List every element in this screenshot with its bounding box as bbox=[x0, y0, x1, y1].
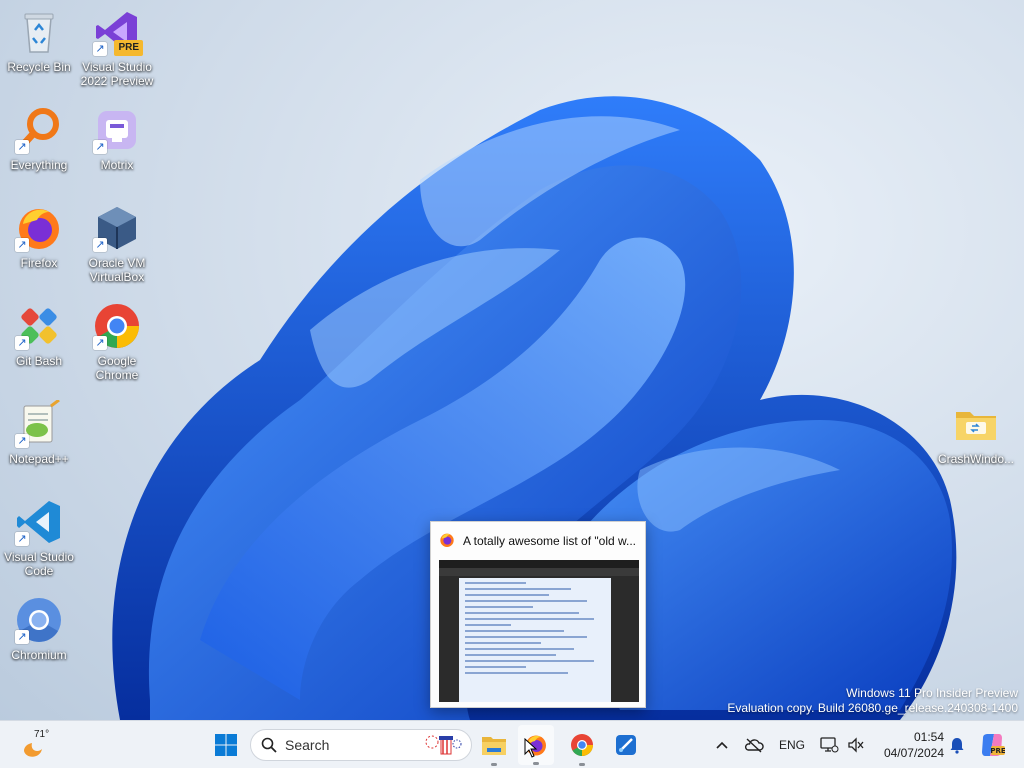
mouse-cursor-icon bbox=[524, 738, 538, 758]
recycle-bin-icon bbox=[15, 8, 63, 56]
shortcut-arrow-icon: ↗ bbox=[15, 630, 29, 644]
vscode-icon: ↗ bbox=[15, 498, 63, 546]
shortcut-arrow-icon: ↗ bbox=[15, 140, 29, 154]
virtualbox-icon: ↗ bbox=[93, 204, 141, 252]
watermark-build: Evaluation copy. Build 26080.ge_release.… bbox=[727, 701, 1018, 715]
desktop-icon-firefox[interactable]: ↗ Firefox bbox=[0, 204, 78, 270]
taskbar-chrome[interactable] bbox=[564, 721, 600, 768]
preview-page-content bbox=[459, 578, 611, 702]
chromium-icon: ↗ bbox=[15, 596, 63, 644]
cloud-offline-icon bbox=[744, 738, 764, 753]
clock-date: 04/07/2024 bbox=[883, 746, 944, 760]
folder-icon bbox=[952, 400, 1000, 448]
desktop-icon-label: Everything bbox=[10, 158, 68, 172]
onedrive-status-button[interactable] bbox=[740, 721, 768, 768]
shortcut-arrow-icon: ↗ bbox=[15, 532, 29, 546]
windows-logo-icon bbox=[215, 734, 237, 756]
desktop-icon-label: Chromium bbox=[11, 648, 67, 662]
shortcut-arrow-icon: ↗ bbox=[93, 140, 107, 154]
volume-button[interactable] bbox=[844, 721, 868, 768]
search-icon bbox=[261, 737, 277, 753]
running-indicator bbox=[579, 763, 585, 766]
notepad-plus-plus-icon: ↗ bbox=[15, 398, 63, 448]
search-placeholder: Search bbox=[285, 737, 330, 753]
shortcut-arrow-icon: ↗ bbox=[93, 42, 107, 56]
weather-temperature: 71° bbox=[34, 729, 50, 740]
desktop-icon-crashwindo-folder[interactable]: CrashWindo... bbox=[936, 400, 1016, 466]
shortcut-arrow-icon: ↗ bbox=[15, 434, 29, 448]
preview-window-thumbnail[interactable] bbox=[439, 560, 639, 702]
running-indicator bbox=[533, 762, 539, 765]
copilot-icon: PRE bbox=[982, 734, 1005, 756]
desktop-icon-vscode[interactable]: ↗ Visual Studio Code bbox=[0, 498, 78, 578]
show-hidden-icons-button[interactable] bbox=[708, 721, 736, 768]
desktop-icon-notepad-plus-plus[interactable]: ↗ Notepad++ bbox=[0, 398, 78, 466]
desktop-icon-label: Visual Studio Code bbox=[4, 550, 74, 578]
desktop-icon-visual-studio[interactable]: PRE ↗ Visual Studio 2022 Preview bbox=[78, 8, 156, 88]
taskbar-file-explorer[interactable] bbox=[476, 721, 512, 768]
clock-time: 01:54 bbox=[913, 730, 944, 744]
taskbar-thumbnail-preview[interactable]: A totally awesome list of "old w... bbox=[430, 521, 646, 708]
folder-icon bbox=[482, 737, 506, 755]
network-monitor-icon bbox=[820, 737, 839, 753]
desktop-icon-label: Visual Studio 2022 Preview bbox=[80, 60, 154, 88]
preview-title-bar: A totally awesome list of "old w... bbox=[439, 531, 637, 551]
snipping-tool-icon bbox=[616, 735, 636, 755]
taskbar-clock[interactable]: 01:54 04/07/2024 bbox=[876, 729, 944, 761]
search-highlight-fireworks-icon bbox=[425, 735, 462, 755]
copilot-button[interactable]: PRE bbox=[976, 721, 1008, 768]
desktop-icon-git-bash[interactable]: ↗ Git Bash bbox=[0, 302, 78, 368]
desktop-icon-label: Motrix bbox=[100, 158, 134, 172]
desktop-icon-chromium[interactable]: ↗ Chromium bbox=[0, 596, 78, 662]
desktop-icon-everything[interactable]: ↗ Everything bbox=[0, 106, 78, 172]
desktop-icon-label: Firefox bbox=[20, 256, 58, 270]
language-label: ENG bbox=[778, 738, 805, 752]
desktop-icon-label: CrashWindo... bbox=[937, 452, 1015, 466]
desktop-icon-label: Recycle Bin bbox=[7, 60, 71, 74]
taskbar-snipping-app[interactable] bbox=[608, 721, 644, 768]
input-language-indicator[interactable]: ENG bbox=[774, 721, 810, 768]
svg-text:PRE: PRE bbox=[990, 747, 1005, 755]
desktop-icon-chrome[interactable]: ↗ Google Chrome bbox=[78, 302, 156, 382]
shortcut-arrow-icon: ↗ bbox=[15, 238, 29, 252]
shortcut-arrow-icon: ↗ bbox=[15, 336, 29, 350]
desktop-icon-label: Oracle VM VirtualBox bbox=[88, 256, 146, 284]
running-indicator bbox=[491, 763, 497, 766]
notifications-button[interactable] bbox=[946, 721, 968, 768]
preview-badge: PRE bbox=[114, 40, 143, 56]
taskbar: 71° Search ENG 01:54 04/07/2024 PRE bbox=[0, 720, 1024, 768]
desktop-icon-virtualbox[interactable]: ↗ Oracle VM VirtualBox bbox=[78, 204, 156, 284]
volume-muted-icon bbox=[848, 737, 864, 753]
windows-watermark: Windows 11 Pro Insider Preview Evaluatio… bbox=[727, 686, 1018, 716]
watermark-edition: Windows 11 Pro Insider Preview bbox=[846, 686, 1018, 700]
firefox-icon: ↗ bbox=[15, 204, 63, 252]
desktop-icon-label: Notepad++ bbox=[9, 452, 69, 466]
shortcut-arrow-icon: ↗ bbox=[93, 238, 107, 252]
chrome-icon bbox=[571, 734, 593, 756]
visual-studio-icon: PRE ↗ bbox=[93, 8, 143, 56]
network-status-button[interactable] bbox=[816, 721, 842, 768]
chrome-icon: ↗ bbox=[93, 302, 141, 350]
bell-icon bbox=[950, 738, 964, 754]
motrix-icon: ↗ bbox=[93, 106, 141, 154]
firefox-icon bbox=[439, 532, 455, 551]
desktop-icon-label: Git Bash bbox=[15, 354, 63, 368]
taskbar-search-box[interactable]: Search bbox=[250, 729, 472, 761]
everything-search-icon: ↗ bbox=[15, 106, 63, 154]
weather-widget[interactable]: 71° bbox=[18, 727, 62, 763]
desktop-icon-motrix[interactable]: ↗ Motrix bbox=[78, 106, 156, 172]
git-bash-icon: ↗ bbox=[15, 302, 63, 350]
desktop-icon-label: Google Chrome bbox=[95, 354, 139, 382]
shortcut-arrow-icon: ↗ bbox=[93, 336, 107, 350]
desktop-icon-recycle-bin[interactable]: Recycle Bin bbox=[0, 8, 78, 74]
start-button[interactable] bbox=[206, 721, 246, 768]
preview-title: A totally awesome list of "old w... bbox=[463, 534, 637, 548]
chevron-up-icon bbox=[716, 741, 728, 749]
